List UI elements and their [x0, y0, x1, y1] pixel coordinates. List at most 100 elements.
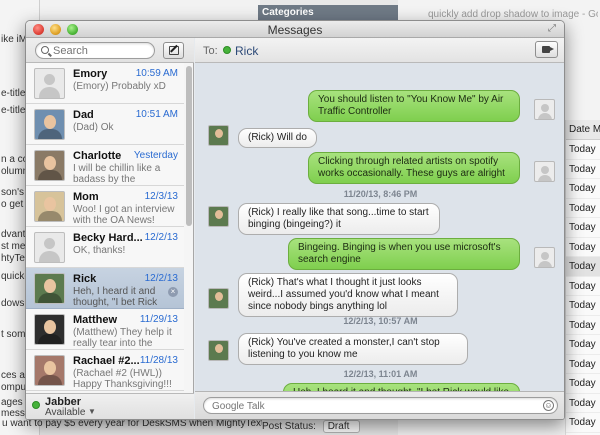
- background-toolbar: [40, 0, 260, 22]
- message-preview: I will be chillin like a badass by the D…: [73, 163, 161, 185]
- background-body-text: u want to pay $5 every year for DeskSMS …: [2, 420, 262, 429]
- message-preview: Heh, I heard it and thought, "I bet Rick…: [73, 286, 158, 308]
- received-message-bubble: (Rick) I really like that song...time to…: [238, 203, 440, 235]
- conversation-item-selected[interactable]: Rick 12/2/13 Heh, I heard it and thought…: [26, 268, 184, 309]
- message-input-field[interactable]: ☺: [203, 397, 558, 414]
- conversation-date: 12/2/13: [144, 273, 178, 284]
- post-status: Post Status: Draft: [262, 420, 422, 435]
- conversation-date: 12/2/13: [144, 232, 178, 243]
- date-column-header[interactable]: Date M: [566, 120, 600, 140]
- received-message-bubble: (Rick) You've created a monster,I can't …: [238, 333, 468, 365]
- avatar: [34, 191, 65, 222]
- date-cell: Today: [566, 179, 600, 199]
- date-cell: Today: [566, 160, 600, 179]
- message-transcript: You should listen to "You Know Me" by Ai…: [195, 63, 564, 391]
- date-cell: Today: [566, 140, 600, 160]
- date-cell: Today: [566, 394, 600, 413]
- date-cell: Today: [566, 374, 600, 394]
- video-call-button[interactable]: [535, 41, 558, 58]
- to-label: To:: [203, 45, 218, 57]
- date-cell: Today: [566, 218, 600, 238]
- fullscreen-icon[interactable]: ⤢: [548, 24, 558, 34]
- message-preview: (Emory) Probably xD: [73, 81, 166, 92]
- contact-name: Charlotte: [73, 150, 122, 162]
- conversation-date: 11/28/13: [139, 355, 178, 366]
- avatar: [34, 355, 65, 386]
- chat-header: To: Rick: [195, 38, 564, 63]
- sent-message-bubble: Clicking through related artists on spot…: [308, 152, 520, 184]
- account-status[interactable]: Available: [45, 407, 85, 418]
- conversation-item[interactable]: Charlotte Yesterday I will be chillin li…: [26, 145, 184, 186]
- title-bar[interactable]: Messages ⤢: [26, 21, 564, 38]
- window-title: Messages: [267, 23, 323, 37]
- date-cell: Today: [566, 316, 600, 335]
- conversation-date: 10:59 AM: [135, 68, 178, 79]
- message-preview: Woo! I got an interview with the OA News…: [73, 204, 175, 226]
- conversation-sidebar: Emory 10:59 AM (Emory) Probably xD Dad 1…: [26, 38, 194, 419]
- categories-header: Categories: [258, 5, 398, 21]
- sidebar-toolbar: [26, 38, 194, 63]
- received-message-bubble: (Rick) Will do: [238, 128, 317, 148]
- contact-name: Mom: [73, 191, 99, 203]
- search-field[interactable]: [35, 42, 155, 59]
- date-cell: Today: [566, 335, 600, 355]
- conversation-date: Yesterday: [133, 150, 178, 161]
- my-avatar: [534, 247, 555, 268]
- date-cell: Today: [566, 238, 600, 257]
- conversation-date: 12/3/13: [144, 191, 178, 202]
- messages-window: Messages ⤢ Emory 10:59 AM (Emory) Probab…: [25, 20, 565, 420]
- conversation-item[interactable]: Emory 10:59 AM (Emory) Probably xD: [26, 63, 184, 104]
- avatar: [34, 314, 65, 345]
- conversation-item[interactable]: Matthew 11/29/13 (Matthew) They help it …: [26, 309, 184, 350]
- conversation-item[interactable]: Becky Hard... 12/2/13 OK, thanks!: [26, 227, 184, 268]
- date-cell: Today: [566, 257, 600, 277]
- contact-avatar: [208, 340, 229, 361]
- contact-name: Matthew: [73, 314, 117, 326]
- message-preview: (Rachael #2 (HWL)) Happy Thanksgiving!!!: [73, 368, 172, 390]
- post-status-select[interactable]: Draft: [322, 420, 361, 433]
- message-preview: (Dad) Ok: [73, 122, 114, 133]
- conversation-item[interactable]: Mom 12/3/13 Woo! I got an interview with…: [26, 186, 184, 227]
- date-cell: Today: [566, 199, 600, 218]
- sidebar-scrollbar[interactable]: [186, 66, 192, 226]
- compose-bar: ☺: [195, 391, 564, 419]
- avatar: [34, 273, 65, 304]
- message-timestamp: 12/2/13, 11:01 AM: [343, 369, 418, 379]
- contact-name: Becky Hard...: [73, 232, 143, 244]
- received-message-bubble: (Rick) That's what I thought it just loo…: [238, 273, 458, 317]
- account-status-bar[interactable]: Jabber Available ▼: [26, 393, 194, 419]
- search-icon: [41, 46, 49, 54]
- compose-button[interactable]: [163, 42, 184, 59]
- avatar: [34, 150, 65, 181]
- message-preview: OK, thanks!: [73, 245, 126, 256]
- avatar: [34, 109, 65, 140]
- conversation-date: 10:51 AM: [135, 109, 178, 120]
- conversation-item[interactable]: Dad 10:51 AM (Dad) Ok: [26, 104, 184, 145]
- search-input[interactable]: [53, 44, 151, 57]
- status-available-icon: [32, 401, 40, 409]
- contact-name: Rick: [73, 273, 97, 285]
- message-preview: (Matthew) They help it really tear into …: [73, 327, 172, 349]
- my-avatar: [534, 161, 555, 182]
- smiley-icon[interactable]: ☺: [543, 400, 554, 411]
- contact-name: Rachael #2...: [73, 355, 140, 367]
- conversation-list: Emory 10:59 AM (Emory) Probably xD Dad 1…: [26, 63, 184, 393]
- recipient-name[interactable]: Rick: [235, 44, 258, 58]
- message-input[interactable]: [212, 400, 532, 412]
- post-status-label: Post Status:: [262, 421, 316, 432]
- date-cell: Today: [566, 413, 600, 433]
- avatar: [34, 232, 65, 263]
- date-cell: Today: [566, 296, 600, 316]
- close-conversation-icon[interactable]: ×: [168, 287, 178, 297]
- contact-avatar: [208, 206, 229, 227]
- sent-message-bubble: You should listen to "You Know Me" by Ai…: [308, 90, 520, 122]
- chevron-down-icon[interactable]: ▼: [88, 407, 96, 416]
- message-timestamp: 12/2/13, 10:57 AM: [343, 316, 418, 326]
- date-cell: Today: [566, 277, 600, 296]
- contact-avatar: [208, 125, 229, 146]
- contact-name: Emory: [73, 68, 108, 80]
- compose-icon: [169, 46, 179, 55]
- status-available-icon: [223, 46, 231, 54]
- conversation-item[interactable]: Rachael #2... 11/28/13 (Rachael #2 (HWL)…: [26, 350, 184, 391]
- sent-message-bubble: Bingeing. Binging is when you use micros…: [288, 238, 520, 270]
